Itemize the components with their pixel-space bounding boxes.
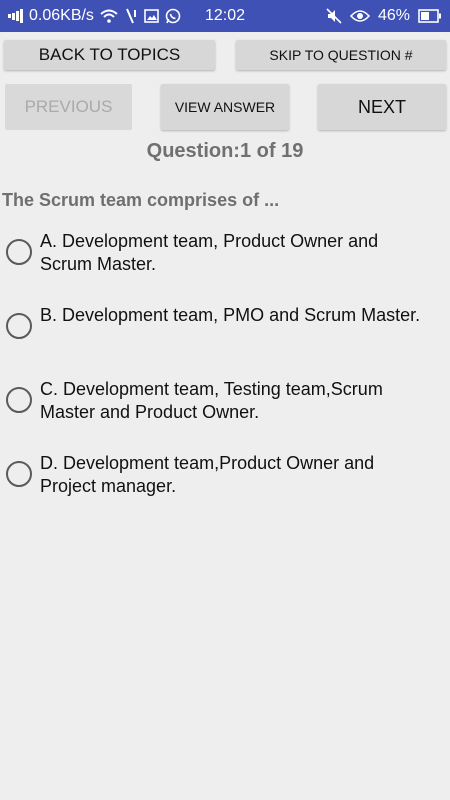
eye-icon (349, 9, 370, 23)
option-d[interactable]: D. Development team,Product Owner and Pr… (6, 452, 426, 498)
radio-button-icon[interactable] (6, 461, 32, 487)
network-speed: 0.06KB/s (29, 7, 94, 24)
skip-to-question-button[interactable]: SKIP TO QUESTION # (236, 40, 446, 70)
radio-button-icon[interactable] (6, 387, 32, 413)
radio-button-icon[interactable] (6, 239, 32, 265)
radio-button-icon[interactable] (6, 313, 32, 339)
option-b[interactable]: B. Development team, PMO and Scrum Maste… (6, 304, 426, 339)
whatsapp-icon (165, 8, 181, 24)
battery-percent: 46% (377, 7, 410, 24)
option-c[interactable]: C. Development team, Testing team,Scrum … (6, 378, 426, 424)
status-bar: 0.06KB/s 12:02 46% (0, 0, 450, 32)
option-label: B. Development team, PMO and Scrum Maste… (40, 305, 421, 325)
signal-icon (8, 9, 23, 23)
option-a[interactable]: A. Development team, Product Owner and S… (6, 230, 426, 276)
image-icon (144, 9, 159, 23)
option-label: D. Development team,Product Owner and Pr… (40, 453, 375, 496)
previous-button[interactable]: PREVIOUS (5, 84, 132, 130)
mute-icon (326, 8, 342, 24)
view-answer-button[interactable]: VIEW ANSWER (161, 84, 289, 130)
option-label: C. Development team, Testing team,Scrum … (40, 379, 383, 422)
data-transfer-icon (124, 8, 138, 24)
question-counter: Question:1 of 19 (146, 140, 304, 162)
clock: 12:02 (205, 7, 246, 24)
question-text: The Scrum team comprises of ... (2, 190, 280, 210)
back-to-topics-button[interactable]: BACK TO TOPICS (4, 40, 215, 70)
battery-icon (418, 9, 442, 23)
next-button[interactable]: NEXT (318, 84, 446, 130)
wifi-icon (100, 9, 118, 23)
option-label: A. Development team, Product Owner and S… (40, 231, 379, 274)
